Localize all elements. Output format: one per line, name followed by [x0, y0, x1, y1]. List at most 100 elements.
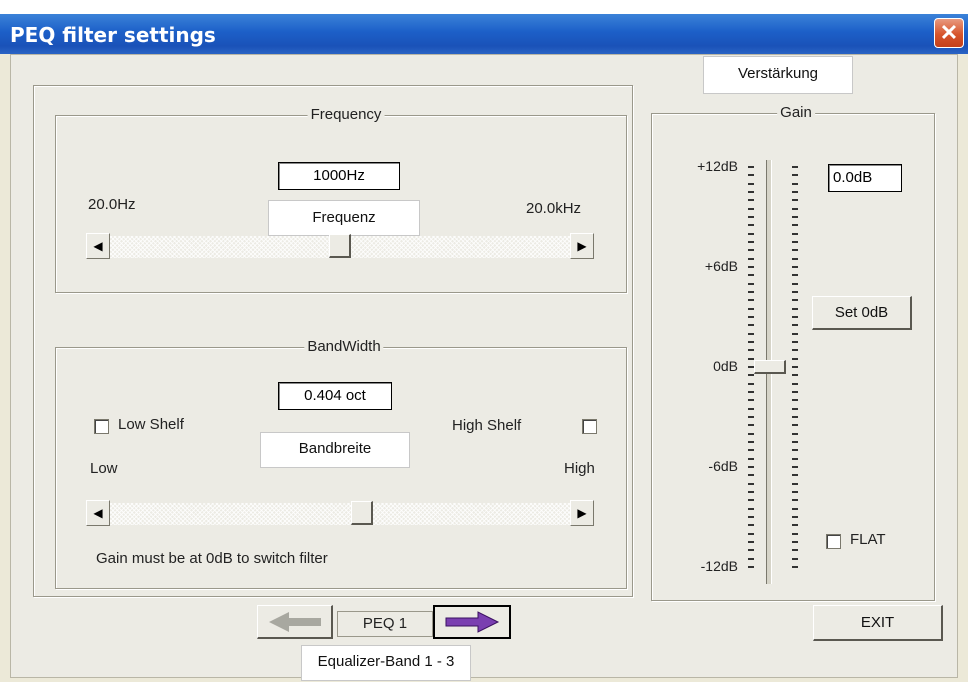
- bandwidth-group: BandWidth 0.404 oct Low Shelf High Shelf…: [55, 338, 627, 589]
- frequency-scroll-right-button[interactable]: ▶: [570, 233, 594, 259]
- gain-tick: [748, 391, 754, 393]
- flat-checkbox[interactable]: [826, 534, 841, 549]
- current-band-label: PEQ 1: [337, 611, 433, 637]
- gain-tick: [792, 241, 798, 243]
- gain-tick: [792, 291, 798, 293]
- gain-tick: [792, 557, 798, 560]
- gain-tick: [792, 274, 798, 277]
- gain-tick: [792, 174, 798, 177]
- gain-tick: [792, 224, 798, 227]
- exit-button[interactable]: EXIT: [813, 605, 943, 641]
- gain-tick: [792, 366, 798, 368]
- gain-tick: [748, 316, 754, 318]
- bandwidth-low-label: Low: [90, 460, 118, 477]
- gain-tick: [792, 416, 798, 418]
- gain-tick: [748, 207, 754, 210]
- gain-tick: [748, 299, 754, 302]
- bandwidth-slider-track[interactable]: [110, 503, 570, 525]
- gain-tick: [792, 549, 798, 552]
- gain-tick: [792, 282, 798, 285]
- gain-tick: [748, 466, 754, 468]
- close-button[interactable]: ✕: [934, 18, 964, 48]
- low-shelf-checkbox[interactable]: [94, 419, 109, 434]
- gain-tick: [748, 282, 754, 285]
- gain-tick: [792, 216, 798, 218]
- gain-tick: [792, 332, 798, 335]
- gain-tick: [748, 216, 754, 218]
- gain-tick: [748, 174, 754, 177]
- gain-tick: [748, 441, 754, 443]
- high-shelf-checkbox[interactable]: [582, 419, 597, 434]
- gain-tick: [792, 407, 798, 410]
- previous-band-button[interactable]: [257, 605, 333, 639]
- bandwidth-value-field[interactable]: 0.404 oct: [278, 382, 392, 410]
- gain-tick: [748, 399, 754, 402]
- gain-tick: [792, 199, 798, 202]
- gain-tick: [748, 257, 754, 260]
- gain-tick: [792, 191, 798, 193]
- gain-tick: [748, 491, 754, 493]
- gain-tick: [792, 399, 798, 402]
- gain-tick: [748, 382, 754, 385]
- frequency-group: Frequency 1000Hz 20.0Hz 20.0kHz Frequenz…: [55, 106, 627, 293]
- gain-tick: [792, 566, 798, 568]
- gain-tick: [748, 532, 754, 535]
- gain-tick: [792, 257, 798, 260]
- gain-tick: [792, 532, 798, 535]
- gain-tick: [792, 432, 798, 435]
- gain-scale-label: -6dB: [708, 458, 738, 474]
- gain-tick: [792, 324, 798, 327]
- gain-tick: [748, 424, 754, 427]
- gain-tick: [748, 366, 754, 368]
- gain-tick: [748, 274, 754, 277]
- gain-value-field[interactable]: 0.0dB: [828, 164, 902, 192]
- gain-tick: [792, 391, 798, 393]
- gain-scale-label: +6dB: [704, 258, 738, 274]
- gain-tick: [748, 541, 754, 543]
- frequency-legend: Frequency: [307, 106, 385, 123]
- frequency-scroll-left-button[interactable]: ◀: [86, 233, 110, 259]
- window-title: PEQ filter settings: [10, 23, 216, 47]
- gain-tick: [792, 357, 798, 360]
- gain-tick: [792, 441, 798, 443]
- gain-tick: [792, 449, 798, 452]
- gain-tick: [748, 499, 754, 502]
- gain-tick: [748, 324, 754, 327]
- gain-tick: [792, 299, 798, 302]
- title-bar[interactable]: PEQ filter settings ✕: [0, 14, 968, 54]
- gain-scale-label: +12dB: [697, 158, 738, 174]
- peq-dialog-window: PEQ filter settings ✕ Frequency 1000Hz 2…: [0, 14, 968, 682]
- gain-tick: [792, 466, 798, 468]
- gain-tick: [792, 482, 798, 485]
- frequency-slider-thumb[interactable]: [329, 234, 351, 258]
- gain-tick: [792, 349, 798, 352]
- frequency-slider[interactable]: ◀ ▶: [86, 233, 594, 259]
- gain-tick: [792, 374, 798, 377]
- bandwidth-high-label: High: [564, 460, 595, 477]
- gain-scale-label: 0dB: [713, 358, 738, 374]
- gain-tick: [748, 249, 754, 252]
- dialog-client-area: Frequency 1000Hz 20.0Hz 20.0kHz Frequenz…: [10, 54, 958, 681]
- gain-slider-thumb[interactable]: [754, 360, 786, 374]
- gain-tick: [792, 307, 798, 310]
- set-0db-button[interactable]: Set 0dB: [812, 296, 912, 330]
- bandwidth-scroll-right-button[interactable]: ▶: [570, 500, 594, 526]
- gain-tick: [748, 291, 754, 293]
- gain-tick: [792, 457, 798, 460]
- gain-tick: [748, 232, 754, 235]
- bandwidth-scroll-left-button[interactable]: ◀: [86, 500, 110, 526]
- gain-tick: [792, 541, 798, 543]
- gain-tick: [748, 357, 754, 360]
- arrow-right-icon: [445, 611, 500, 633]
- flat-label: FLAT: [850, 531, 886, 548]
- next-band-button[interactable]: [433, 605, 511, 639]
- gain-tick: [792, 341, 798, 343]
- gain-tick: [792, 182, 798, 185]
- gain-tick: [792, 474, 798, 477]
- bandwidth-slider-thumb[interactable]: [351, 501, 373, 525]
- bandwidth-slider[interactable]: ◀ ▶: [86, 500, 594, 526]
- frequency-value-field[interactable]: 1000Hz: [278, 162, 400, 190]
- gain-tick: [748, 374, 754, 377]
- triangle-left-icon: ◀: [93, 239, 103, 253]
- frequency-note: Frequenz: [268, 200, 420, 236]
